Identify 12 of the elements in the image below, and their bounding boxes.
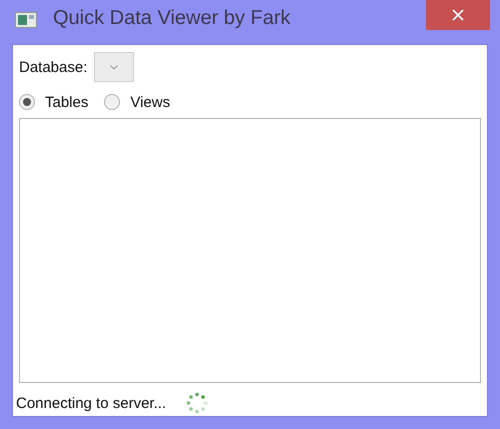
database-label: Database: — [19, 58, 88, 76]
database-dropdown[interactable] — [94, 52, 134, 82]
app-icon — [15, 12, 37, 28]
window-title: Quick Data Viewer by Fark — [53, 7, 290, 30]
radio-label[interactable]: Views — [130, 94, 170, 110]
radio-button[interactable] — [104, 94, 120, 110]
chevron-icon — [110, 64, 118, 70]
radio-button[interactable] — [19, 94, 35, 110]
close-button[interactable] — [426, 0, 490, 30]
status-text: Connecting to server... — [16, 394, 166, 412]
close-icon — [452, 9, 464, 21]
radio-label[interactable]: Tables — [45, 94, 88, 110]
